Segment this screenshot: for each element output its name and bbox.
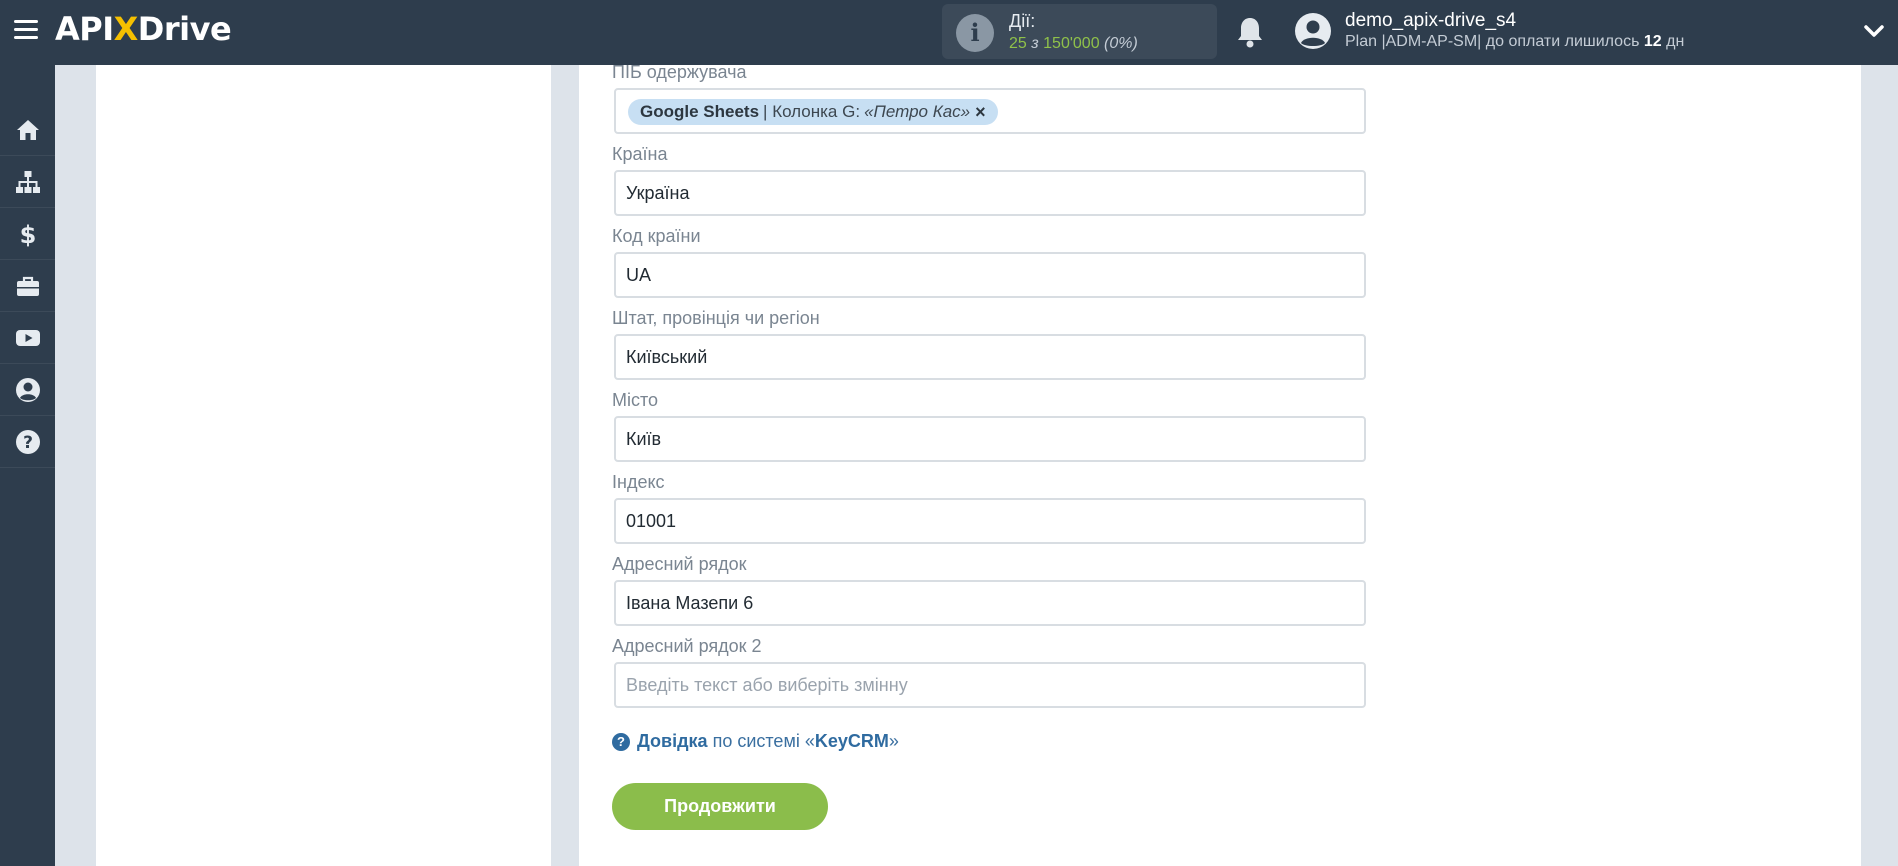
sidebar-item-projects[interactable] <box>0 260 55 312</box>
sidebar-item-home[interactable] <box>0 104 55 156</box>
zip-label: Індекс <box>612 472 665 492</box>
dollar-icon: $ <box>19 221 36 247</box>
briefcase-icon <box>16 276 39 296</box>
country-input[interactable] <box>614 170 1366 216</box>
user-plan: Plan |ADM-AP-SM| до оплати лишилось 12 д… <box>1345 33 1685 50</box>
actions-counter: i Дії: 25 з 150'000 (0%) <box>942 4 1217 59</box>
chevron-down-icon[interactable] <box>1863 22 1885 40</box>
country-code-input[interactable] <box>614 252 1366 298</box>
info-icon: i <box>956 14 994 52</box>
state-label: Штат, провінція чи регіон <box>612 308 820 328</box>
sidebar: $ ? <box>0 65 55 866</box>
sidebar-item-help[interactable]: ? <box>0 416 55 468</box>
address1-input[interactable] <box>614 580 1366 626</box>
sidebar-item-profile[interactable] <box>0 364 55 416</box>
sidebar-item-billing[interactable]: $ <box>0 208 55 260</box>
left-panel <box>96 65 551 866</box>
help-line: ? Довідка по системі «KeyCRM» <box>612 731 899 752</box>
top-bar: APIXDrive i Дії: 25 з 150'000 (0%) demo_… <box>0 0 1898 65</box>
country-code-label: Код країни <box>612 226 701 246</box>
help-circle-icon: ? <box>15 429 40 454</box>
zip-input[interactable] <box>614 498 1366 544</box>
remove-tag-icon[interactable]: × <box>975 102 986 123</box>
sidebar-item-videos[interactable] <box>0 312 55 364</box>
apixdrive-logo[interactable]: APIXDrive <box>55 9 232 49</box>
help-link[interactable]: Довідка <box>637 731 708 752</box>
address2-label: Адресний рядок 2 <box>612 636 762 656</box>
help-system-name: KeyCRM <box>814 731 889 751</box>
recipient-field[interactable]: Google Sheets | Колонка G: «Петро Кас» × <box>614 88 1366 134</box>
recipient-label: ПІБ одержувача <box>612 62 747 82</box>
menu-burger-icon[interactable] <box>14 20 38 40</box>
sidebar-item-connections[interactable] <box>0 156 55 208</box>
country-label: Країна <box>612 144 668 164</box>
address1-label: Адресний рядок <box>612 554 747 574</box>
user-avatar-icon[interactable] <box>1294 12 1332 50</box>
home-icon <box>16 119 39 140</box>
user-name[interactable]: demo_apix-drive_s4 <box>1345 10 1516 32</box>
city-input[interactable] <box>614 416 1366 462</box>
notifications-bell-icon[interactable] <box>1234 15 1266 49</box>
address2-input[interactable] <box>614 662 1366 708</box>
state-input[interactable] <box>614 334 1366 380</box>
user-circle-icon <box>15 377 40 402</box>
svg-text:$: $ <box>19 221 36 247</box>
city-label: Місто <box>612 390 659 410</box>
variable-tag: Google Sheets | Колонка G: «Петро Кас» × <box>628 99 998 125</box>
youtube-icon <box>15 329 40 346</box>
actions-label: Дії: <box>1009 11 1036 31</box>
actions-count: 25 з 150'000 (0%) <box>1009 35 1138 52</box>
svg-text:?: ? <box>23 433 33 453</box>
question-circle-icon: ? <box>612 732 630 751</box>
sitemap-icon <box>15 170 40 193</box>
continue-button[interactable]: Продовжити <box>612 783 828 830</box>
